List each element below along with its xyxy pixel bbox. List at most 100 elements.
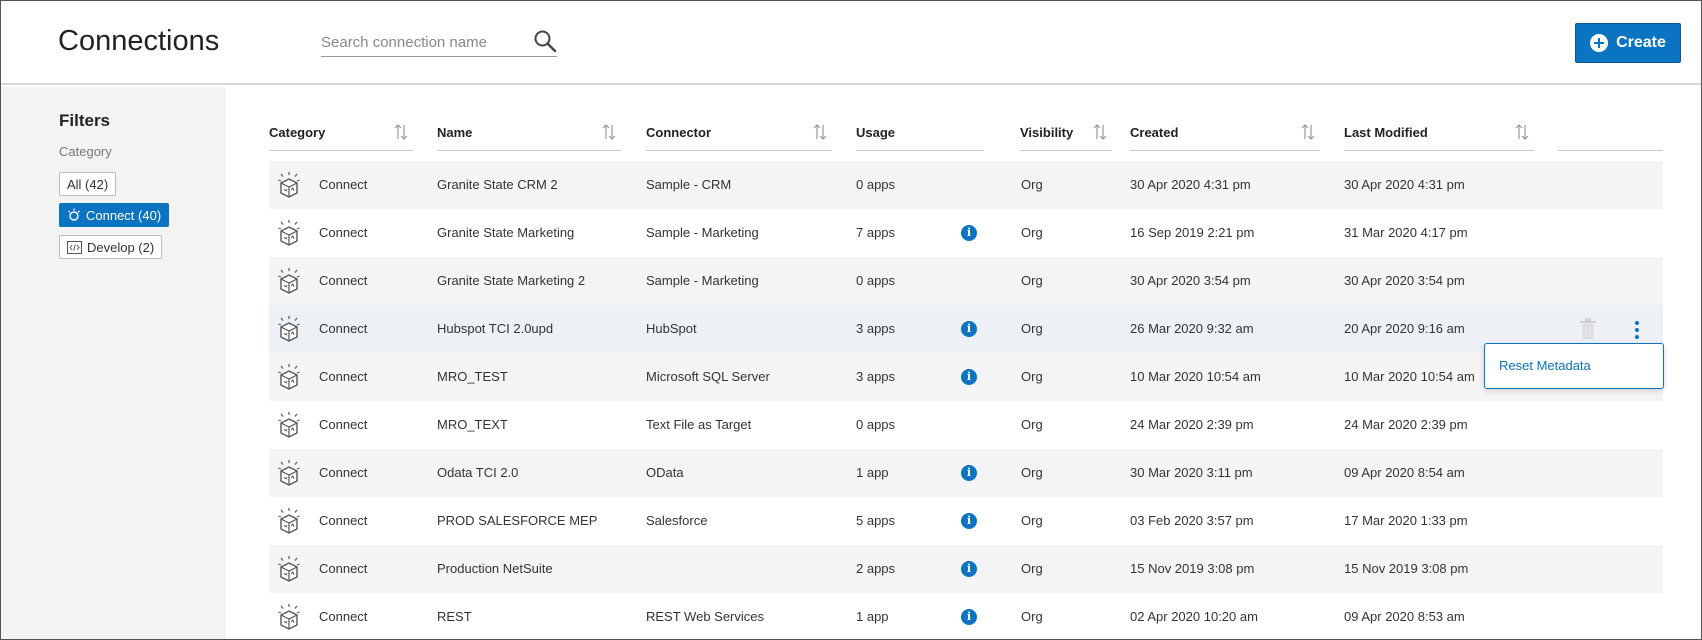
cell-category: Connect xyxy=(319,225,368,240)
cell-name[interactable]: Granite State Marketing 2 xyxy=(437,257,585,305)
column-header-name[interactable]: Name xyxy=(437,119,621,151)
cell-name[interactable]: Odata TCI 2.0 xyxy=(437,449,518,497)
cell-last-modified: 09 Apr 2020 8:54 am xyxy=(1344,465,1465,480)
cell-category: Connect xyxy=(319,369,368,384)
cell-usage: 0 apps xyxy=(856,273,896,288)
cell-name[interactable]: Granite State Marketing xyxy=(437,209,574,257)
sort-arrows-icon[interactable] xyxy=(1300,123,1316,141)
cell-name[interactable]: PROD SALESFORCE MEP xyxy=(437,497,597,545)
kebab-menu-icon[interactable] xyxy=(1634,319,1640,339)
connect-cube-icon xyxy=(278,412,300,438)
cell-created: 10 Mar 2020 10:54 am xyxy=(1130,369,1261,384)
cell-category: Connect xyxy=(319,321,368,336)
column-header-actions xyxy=(1558,119,1663,151)
cell-name[interactable]: REST xyxy=(437,593,472,639)
cell-category: Connect xyxy=(319,273,368,288)
cell-visibility: Org xyxy=(1021,273,1043,288)
cell-connector: HubSpot xyxy=(646,321,697,336)
sort-arrows-icon[interactable] xyxy=(812,123,828,141)
column-header-visibility[interactable]: Visibility xyxy=(1020,119,1112,151)
filter-chip-develop[interactable]: Develop (2) xyxy=(59,235,163,259)
table-row[interactable]: Connect Production NetSuite 2 apps i Org 15 N… xyxy=(269,545,1663,593)
cell-visibility: Org xyxy=(1021,177,1043,192)
table-row[interactable]: Connect MRO_TEXT Text File as Target 0 apps… xyxy=(269,401,1663,449)
app-frame: Connections Create Filters Category All … xyxy=(0,0,1702,640)
code-icon xyxy=(67,240,82,254)
cell-name[interactable]: Production NetSuite xyxy=(437,545,553,593)
cell-connector: Sample - Marketing xyxy=(646,273,759,288)
cell-last-modified: 31 Mar 2020 4:17 pm xyxy=(1344,225,1468,240)
search-input[interactable] xyxy=(321,29,521,55)
cell-visibility: Org xyxy=(1021,321,1043,336)
cell-last-modified: 24 Mar 2020 2:39 pm xyxy=(1344,417,1468,432)
column-header-created[interactable]: Created xyxy=(1130,119,1320,151)
info-icon[interactable]: i xyxy=(961,321,977,337)
connect-cube-icon xyxy=(278,172,300,198)
cell-category: Connect xyxy=(319,177,368,192)
column-header-category[interactable]: Category xyxy=(269,119,413,151)
table-row[interactable]: Connect Granite State Marketing 2 Sample -… xyxy=(269,257,1663,305)
filters-title: Filters xyxy=(59,111,111,130)
filter-chip-connect[interactable]: Connect (40) xyxy=(59,203,170,227)
filter-chip-all[interactable]: All (42) xyxy=(59,172,117,196)
column-header-last-modified[interactable]: Last Modified xyxy=(1344,119,1534,151)
connect-cube-icon xyxy=(278,604,300,630)
cell-visibility: Org xyxy=(1021,417,1043,432)
cell-last-modified: 17 Mar 2020 1:33 pm xyxy=(1344,513,1468,528)
sort-arrows-icon[interactable] xyxy=(1092,123,1108,141)
cell-last-modified: 09 Apr 2020 8:53 am xyxy=(1344,609,1465,624)
create-button[interactable]: Create xyxy=(1575,23,1681,63)
cell-connector: Microsoft SQL Server xyxy=(646,369,770,384)
cell-last-modified: 10 Mar 2020 10:54 am xyxy=(1344,369,1475,384)
cell-usage: 1 app xyxy=(856,465,889,480)
sort-arrows-icon[interactable] xyxy=(1514,123,1530,141)
cell-visibility: Org xyxy=(1021,369,1043,384)
cell-usage: 2 apps xyxy=(856,561,896,576)
info-icon[interactable]: i xyxy=(961,225,977,241)
cell-created: 15 Nov 2019 3:08 pm xyxy=(1130,561,1255,576)
cell-usage: 7 apps xyxy=(856,225,896,240)
cell-last-modified: 30 Apr 2020 3:54 pm xyxy=(1344,273,1465,288)
search-box xyxy=(321,29,557,57)
cell-usage: 0 apps xyxy=(856,417,896,432)
cell-category: Connect xyxy=(319,513,368,528)
cell-name[interactable]: Granite State CRM 2 xyxy=(437,161,558,209)
table-row[interactable]: Connect REST REST Web Services 1 app i Org 02 … xyxy=(269,593,1663,639)
info-icon[interactable]: i xyxy=(961,561,977,577)
table-row[interactable]: Connect PROD SALESFORCE MEP Salesforce 5 ap… xyxy=(269,497,1663,545)
cell-created: 03 Feb 2020 3:57 pm xyxy=(1130,513,1254,528)
cell-name[interactable]: MRO_TEXT xyxy=(437,401,508,449)
connect-icon xyxy=(68,208,80,221)
table-row[interactable]: Connect Hubspot TCI 2.0upd HubSpot 3 apps i O… xyxy=(269,305,1663,353)
cell-name[interactable]: Hubspot TCI 2.0upd xyxy=(437,305,553,353)
cell-last-modified: 20 Apr 2020 9:16 am xyxy=(1344,321,1465,336)
trash-icon[interactable] xyxy=(1579,318,1597,340)
cell-category: Connect xyxy=(319,561,368,576)
cell-usage: 3 apps xyxy=(856,321,896,336)
filter-chip-label: All (42) xyxy=(67,176,109,192)
filter-chip-label: Develop (2) xyxy=(87,239,155,255)
table-row[interactable]: Connect Odata TCI 2.0 OData 1 app i Org 30 Mar… xyxy=(269,449,1663,497)
info-icon[interactable]: i xyxy=(961,369,977,385)
cell-connector: REST Web Services xyxy=(646,609,765,624)
column-header-connector[interactable]: Connector xyxy=(646,119,832,151)
search-icon[interactable] xyxy=(533,29,557,53)
cell-last-modified: 30 Apr 2020 4:31 pm xyxy=(1344,177,1465,192)
cell-connector: Salesforce xyxy=(646,513,708,528)
sort-arrows-icon[interactable] xyxy=(601,123,617,141)
cell-connector: Sample - Marketing xyxy=(646,225,759,240)
connect-cube-icon xyxy=(278,508,300,534)
sort-arrows-icon[interactable] xyxy=(393,123,409,141)
table-row[interactable]: Connect Granite State CRM 2 Sample - CRM 0 … xyxy=(269,161,1663,209)
filters-sidebar: Filters Category All (42) Connect (40) D… xyxy=(1,87,226,639)
cell-name[interactable]: MRO_TEST xyxy=(437,353,508,401)
cell-connector: Text File as Target xyxy=(646,417,752,432)
info-icon[interactable]: i xyxy=(961,609,977,625)
cell-connector: OData xyxy=(646,465,684,480)
info-icon[interactable]: i xyxy=(961,465,977,481)
table-row[interactable]: Connect Granite State Marketing Sample - M… xyxy=(269,209,1663,257)
column-header-usage: Usage xyxy=(856,119,984,151)
info-icon[interactable]: i xyxy=(961,513,977,529)
reset-metadata-menu-item[interactable]: Reset Metadata xyxy=(1499,358,1591,373)
table-row[interactable]: Connect MRO_TEST Microsoft SQL Server 3 app… xyxy=(269,353,1663,401)
